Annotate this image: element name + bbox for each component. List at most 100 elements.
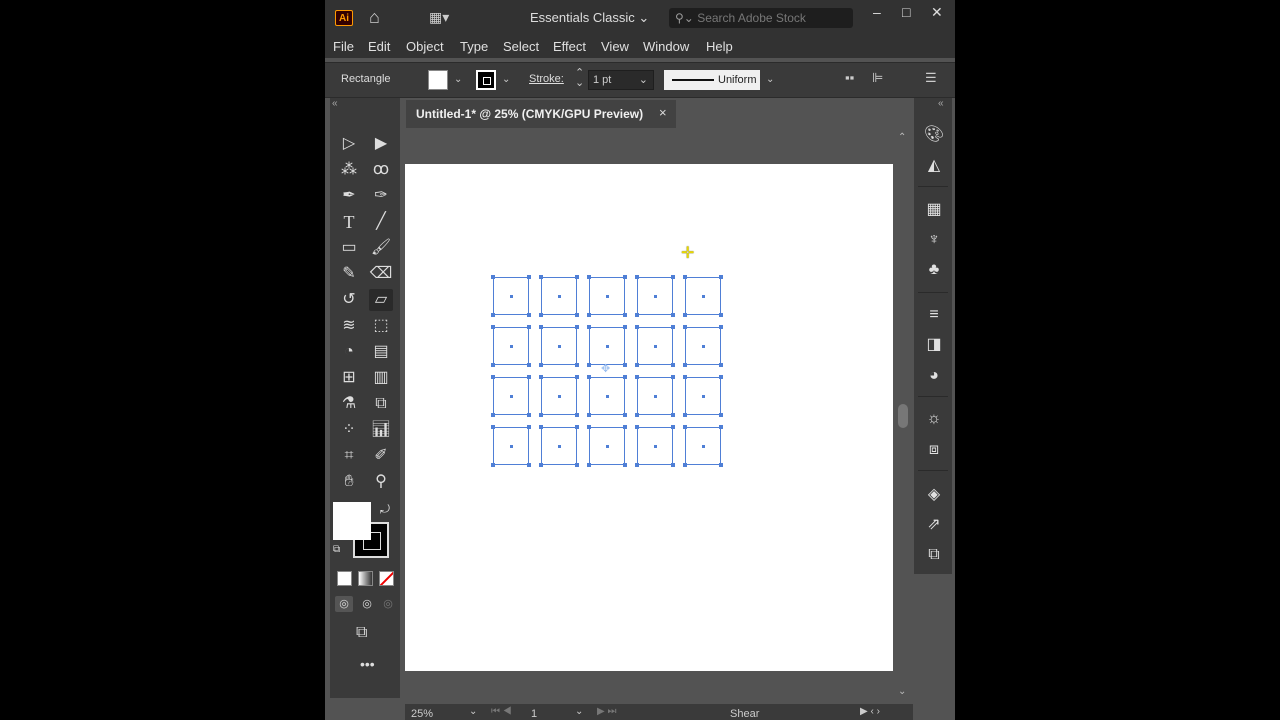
menu-edit[interactable]: Edit bbox=[368, 39, 390, 54]
draw-inside-icon[interactable]: ◎ bbox=[379, 596, 397, 612]
stroke-swatch[interactable] bbox=[476, 70, 496, 90]
color-guide-icon[interactable]: ◭ bbox=[923, 155, 945, 177]
close-icon[interactable]: ✕ bbox=[931, 4, 943, 21]
eraser-tool-icon[interactable]: ⌫ bbox=[369, 263, 393, 285]
artboard[interactable]: ✛ ✥ bbox=[405, 164, 893, 671]
anchor-point-handle[interactable] bbox=[719, 325, 723, 329]
anchor-point-handle[interactable] bbox=[719, 375, 723, 379]
anchor-point-handle[interactable] bbox=[527, 463, 531, 467]
scroll-up-icon[interactable]: ⌃ bbox=[898, 132, 906, 143]
anchor-point-handle[interactable] bbox=[623, 413, 627, 417]
color-mode-icon[interactable] bbox=[337, 571, 352, 586]
anchor-point-handle[interactable] bbox=[671, 325, 675, 329]
anchor-point-handle[interactable] bbox=[635, 375, 639, 379]
canvas-area[interactable]: ✛ ✥ bbox=[405, 128, 913, 704]
anchor-point-handle[interactable] bbox=[719, 463, 723, 467]
lasso-tool-icon[interactable]: ꝏ bbox=[369, 159, 393, 181]
anchor-point-handle[interactable] bbox=[671, 463, 675, 467]
menu-help[interactable]: Help bbox=[706, 39, 733, 54]
chevron-down-icon[interactable]: ⌄ bbox=[502, 74, 510, 85]
menu-file[interactable]: File bbox=[333, 39, 354, 54]
anchor-point-handle[interactable] bbox=[683, 275, 687, 279]
direct-selection-tool-icon[interactable]: ▶ bbox=[369, 133, 393, 155]
anchor-point-handle[interactable] bbox=[623, 425, 627, 429]
anchor-point-handle[interactable] bbox=[575, 325, 579, 329]
anchor-point-handle[interactable] bbox=[491, 425, 495, 429]
anchor-point-handle[interactable] bbox=[623, 463, 627, 467]
anchor-point-handle[interactable] bbox=[491, 313, 495, 317]
anchor-point-handle[interactable] bbox=[527, 325, 531, 329]
anchor-point-handle[interactable] bbox=[539, 363, 543, 367]
anchor-point-handle[interactable] bbox=[587, 313, 591, 317]
anchor-point-handle[interactable] bbox=[491, 375, 495, 379]
anchor-point-handle[interactable] bbox=[539, 375, 543, 379]
chevron-down-icon[interactable]: ⌄ bbox=[766, 74, 774, 85]
anchor-point-handle[interactable] bbox=[587, 363, 591, 367]
gradient-mode-icon[interactable] bbox=[358, 571, 373, 586]
anchor-point-handle[interactable] bbox=[539, 463, 543, 467]
zoom-tool-icon[interactable]: ⚲ bbox=[369, 471, 393, 493]
anchor-point-handle[interactable] bbox=[683, 313, 687, 317]
anchor-point-handle[interactable] bbox=[719, 425, 723, 429]
zoom-level[interactable]: 25% bbox=[411, 708, 433, 720]
anchor-point-handle[interactable] bbox=[539, 413, 543, 417]
none-mode-icon[interactable] bbox=[379, 571, 394, 586]
anchor-point-handle[interactable] bbox=[671, 275, 675, 279]
anchor-point-handle[interactable] bbox=[491, 413, 495, 417]
anchor-point-handle[interactable] bbox=[575, 375, 579, 379]
home-icon[interactable]: ⌂ bbox=[369, 7, 380, 28]
stock-search-field[interactable]: ⚲⌄ Search Adobe Stock bbox=[669, 8, 853, 28]
menu-effect[interactable]: Effect bbox=[553, 39, 586, 54]
anchor-point-handle[interactable] bbox=[539, 425, 543, 429]
slice-tool-icon[interactable]: ✐ bbox=[369, 445, 393, 467]
anchor-point-handle[interactable] bbox=[635, 313, 639, 317]
anchor-point-handle[interactable] bbox=[683, 363, 687, 367]
anchor-point-handle[interactable] bbox=[683, 463, 687, 467]
transform-icon[interactable]: ⊫ bbox=[872, 70, 883, 86]
anchor-point-handle[interactable] bbox=[635, 413, 639, 417]
artboard-nav-first-icon[interactable]: ⏮ ◀ bbox=[491, 706, 512, 717]
stroke-weight-field[interactable]: 1 pt ⌄ bbox=[588, 70, 654, 90]
paintbrush-tool-icon[interactable]: 🖌︎ bbox=[369, 237, 393, 259]
selection-tool-icon[interactable]: ▷ bbox=[337, 133, 361, 155]
anchor-point-handle[interactable] bbox=[575, 275, 579, 279]
anchor-point-handle[interactable] bbox=[635, 325, 639, 329]
swatches-panel-icon[interactable]: ▦ bbox=[923, 199, 945, 221]
scroll-down-icon[interactable]: ⌄ bbox=[898, 686, 906, 697]
anchor-point-handle[interactable] bbox=[719, 275, 723, 279]
anchor-point-handle[interactable] bbox=[587, 463, 591, 467]
document-tab[interactable]: Untitled-1* @ 25% (CMYK/GPU Preview) × bbox=[406, 100, 676, 128]
anchor-point-handle[interactable] bbox=[683, 425, 687, 429]
draw-normal-icon[interactable]: ◎ bbox=[335, 596, 353, 612]
anchor-point-handle[interactable] bbox=[527, 425, 531, 429]
variable-width-profile[interactable]: Uniform bbox=[664, 70, 760, 90]
anchor-point-handle[interactable] bbox=[575, 363, 579, 367]
align-icon[interactable]: ▪▪ bbox=[845, 70, 854, 85]
chevron-down-icon[interactable]: ⌄ bbox=[454, 74, 462, 85]
eyedropper-tool-icon[interactable]: ⚗ bbox=[337, 393, 361, 415]
artboard-tool-icon[interactable]: ⌗ bbox=[337, 445, 361, 467]
anchor-point-handle[interactable] bbox=[635, 275, 639, 279]
transparency-panel-icon[interactable]: ◕ bbox=[923, 365, 945, 387]
menu-select[interactable]: Select bbox=[503, 39, 539, 54]
anchor-point-handle[interactable] bbox=[491, 363, 495, 367]
width-tool-icon[interactable]: ≋ bbox=[337, 315, 361, 337]
line-segment-tool-icon[interactable]: ╱ bbox=[369, 211, 393, 233]
minimize-icon[interactable]: – bbox=[873, 4, 881, 20]
anchor-point-handle[interactable] bbox=[527, 363, 531, 367]
asset-export-panel-icon[interactable]: ⇗ bbox=[923, 514, 945, 536]
anchor-point-handle[interactable] bbox=[671, 363, 675, 367]
chevron-down-icon[interactable]: ⌄ bbox=[575, 706, 583, 717]
anchor-point-handle[interactable] bbox=[623, 275, 627, 279]
status-menu-icon[interactable]: ▶ ‹ › bbox=[860, 706, 880, 717]
menu-view[interactable]: View bbox=[601, 39, 629, 54]
chevron-down-icon[interactable]: ⌄ bbox=[469, 706, 477, 717]
maximize-icon[interactable]: □ bbox=[902, 4, 910, 20]
type-tool-icon[interactable]: T bbox=[337, 211, 361, 233]
fill-color-box[interactable] bbox=[333, 502, 371, 540]
column-graph-tool-icon[interactable]: 📊︎ bbox=[369, 419, 393, 441]
workspace-switcher[interactable]: Essentials Classic ⌄ bbox=[530, 10, 649, 26]
anchor-point-handle[interactable] bbox=[719, 363, 723, 367]
anchor-point-handle[interactable] bbox=[635, 363, 639, 367]
anchor-point-handle[interactable] bbox=[683, 375, 687, 379]
